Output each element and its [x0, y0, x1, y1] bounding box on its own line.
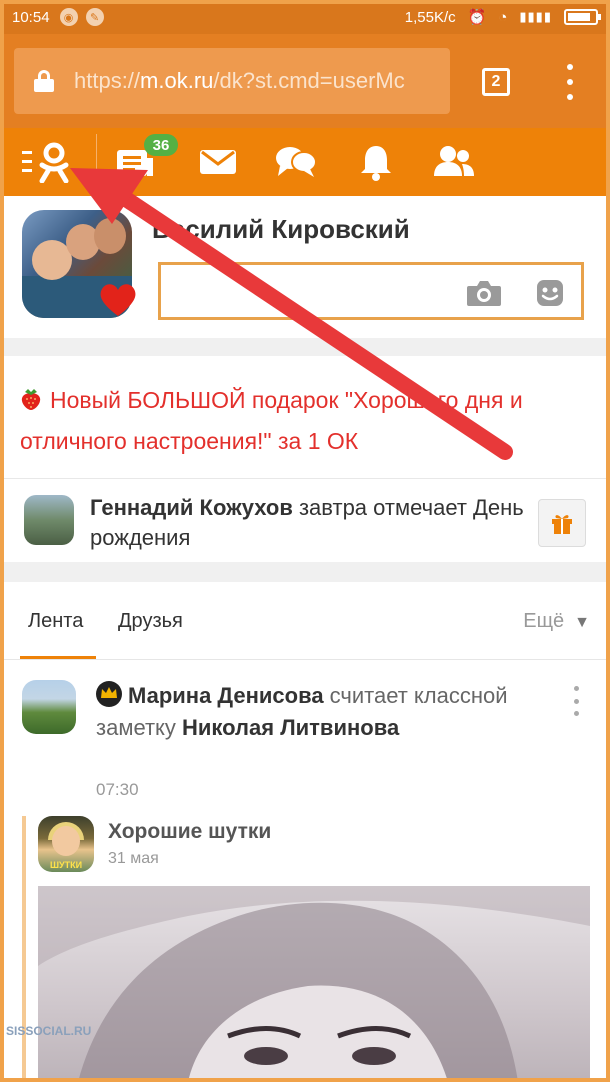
- group-post-date: 31 мая: [108, 850, 159, 867]
- messages-icon[interactable]: [192, 128, 244, 196]
- app-navigation-bar: 36: [0, 128, 610, 196]
- nav-divider: [96, 134, 97, 190]
- crown-icon: [96, 681, 122, 707]
- tab-friends[interactable]: Друзья: [118, 610, 183, 633]
- battery-icon: [564, 9, 601, 25]
- dropdown-arrow-icon: ▼: [574, 614, 590, 631]
- wifi-icon: ◔: [498, 8, 508, 26]
- app-notification-icon: ◉: [59, 8, 78, 26]
- tab-more-label: Ещё: [523, 610, 565, 632]
- url-path: /dk?st.cmd=userMc: [213, 68, 405, 93]
- browser-menu-icon[interactable]: [560, 64, 580, 100]
- profile-header: Василий Кировский: [0, 196, 610, 338]
- browser-toolbar: https://m.ok.ru/dk?st.cmd=userMc 2: [0, 34, 610, 128]
- url-prefix: https://: [74, 68, 141, 93]
- status-input[interactable]: [158, 262, 584, 320]
- birthday-person-name[interactable]: Геннадий Кожухов: [90, 495, 293, 520]
- watermark-text: SISSOCIAL.RU: [6, 1024, 92, 1038]
- birthday-text: Геннадий Кожухов завтра отмечает День ро…: [90, 493, 530, 553]
- gift-icon: [552, 515, 572, 534]
- profile-name[interactable]: Василий Кировский: [152, 214, 410, 245]
- tabs-count-button[interactable]: 2: [482, 68, 510, 96]
- feed-tabs: Лента Друзья Ещё ▼: [0, 582, 610, 660]
- lock-icon: [34, 70, 54, 92]
- group-avatar-caption: ШУТКИ: [49, 860, 83, 870]
- feed-post: Марина Денисова считает классной заметку…: [0, 660, 610, 1082]
- ok-menu-icon[interactable]: [16, 128, 80, 196]
- post-image[interactable]: [38, 886, 590, 1082]
- birthday-person-avatar[interactable]: [24, 495, 74, 545]
- url-domain: m.ok.ru: [140, 68, 214, 93]
- tab-feed[interactable]: Лента: [19, 610, 97, 659]
- notifications-icon[interactable]: [352, 128, 400, 196]
- section-divider: [0, 338, 610, 356]
- signal-icon: ▮▮▮▮: [519, 9, 552, 24]
- post-text: Марина Денисова считает классной заметку…: [96, 680, 556, 744]
- alarm-icon: ⏰: [467, 9, 487, 26]
- post-target-name[interactable]: Николая Литвинова: [182, 715, 399, 740]
- app-notification-icon-2: ✎: [85, 8, 104, 26]
- post-time: 07:30: [96, 780, 139, 799]
- tab-more[interactable]: Ещё ▼: [523, 610, 590, 633]
- birthday-reminder: Геннадий Кожухов завтра отмечает День ро…: [0, 478, 610, 562]
- group-name[interactable]: Хорошие шутки: [108, 820, 271, 844]
- network-speed: 1,55K/c: [404, 8, 456, 26]
- discussions-icon[interactable]: [268, 128, 324, 196]
- emoji-icon[interactable]: [535, 278, 565, 308]
- promo-banner[interactable]: Новый БОЛЬШОЙ подарок "Хорошего дня и от…: [0, 356, 610, 472]
- strawberry-icon: [21, 389, 41, 410]
- promo-text: Новый БОЛЬШОЙ подарок "Хорошего дня и от…: [20, 387, 523, 454]
- notifications-count-badge: 36: [144, 134, 178, 156]
- section-divider-2: [0, 562, 610, 582]
- friends-icon[interactable]: [426, 128, 482, 196]
- post-author-avatar[interactable]: [22, 680, 76, 734]
- address-bar[interactable]: https://m.ok.ru/dk?st.cmd=userMc: [14, 48, 450, 114]
- camera-icon[interactable]: [465, 278, 503, 308]
- reshare-indicator: [22, 816, 26, 1082]
- group-avatar[interactable]: ШУТКИ: [38, 816, 94, 872]
- post-menu-icon[interactable]: [572, 686, 580, 716]
- heart-icon: [100, 284, 136, 316]
- post-author-name[interactable]: Марина Денисова: [128, 683, 324, 708]
- status-time: 10:54: [12, 8, 50, 26]
- gift-button[interactable]: [538, 499, 586, 547]
- system-status-bar: 10:54 ◉ ✎ 1,55K/c ⏰ ◔ ▮▮▮▮: [0, 0, 610, 34]
